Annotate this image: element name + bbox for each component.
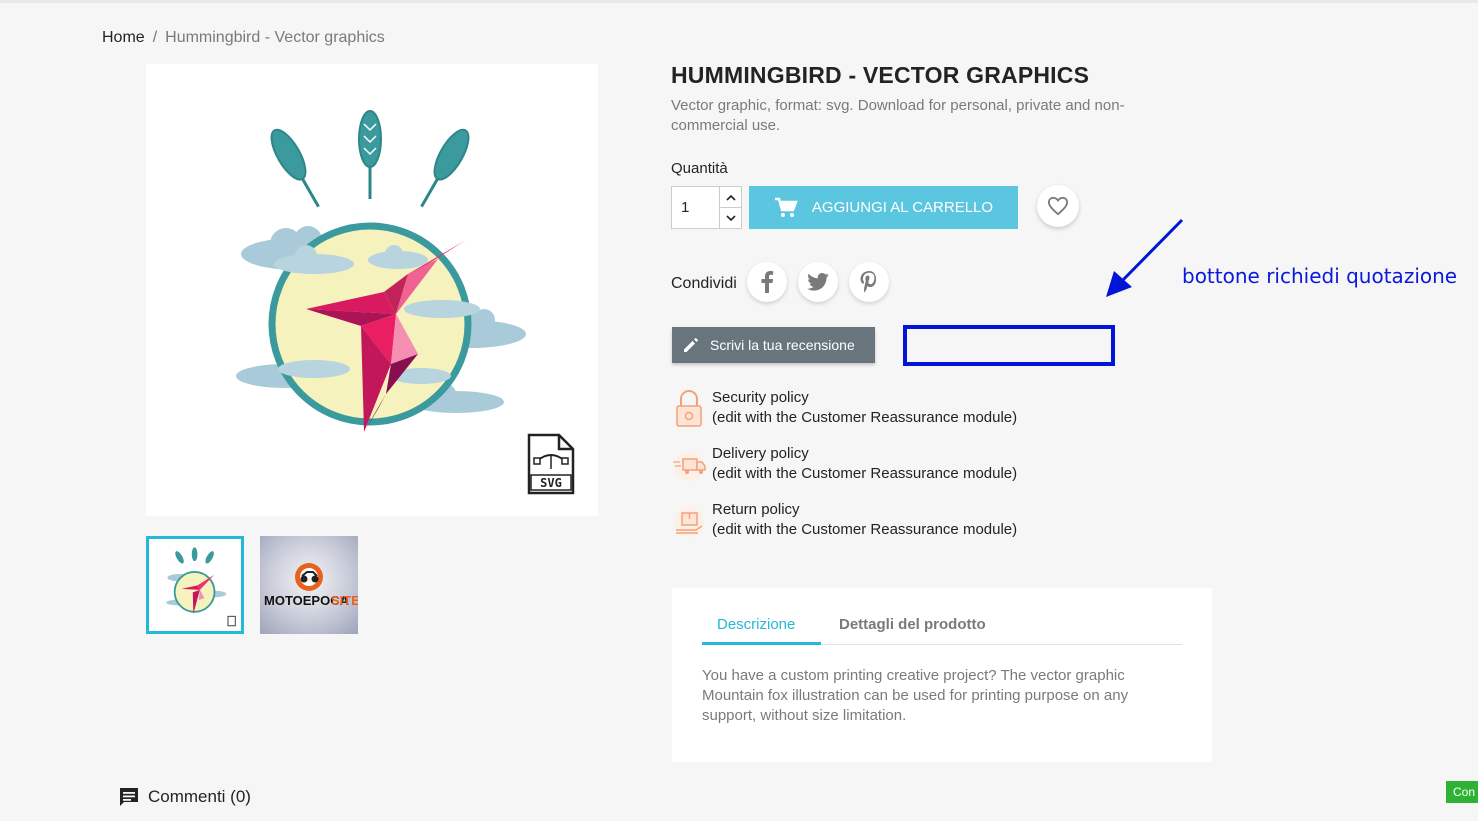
delivery-truck-icon [673,451,706,481]
add-to-cart-button[interactable]: Aggiungi al carrello [749,186,1018,229]
breadcrumb-current: Hummingbird - Vector graphics [165,29,385,46]
share-pinterest-button[interactable] [849,262,889,302]
add-to-cart-label: Aggiungi al carrello [811,199,994,216]
pinterest-icon [860,271,877,293]
tab-product-details[interactable]: Dettagli del prodotto [839,616,986,633]
reassurance-delivery-title: Delivery policy [712,445,809,462]
breadcrumb: Home / Hummingbird - Vector graphics [102,29,385,47]
product-short-description: Vector graphic, format: svg. Download fo… [671,97,1125,134]
reassurance-delivery: Delivery policy (edit with the Customer … [671,444,1091,484]
quantity-stepper [671,186,742,229]
quantity-label: Quantità [671,160,728,177]
active-tab-indicator [702,642,821,645]
return-box-icon [674,507,704,537]
reassurance-delivery-subtitle: (edit with the Customer Reassurance modu… [712,465,1018,482]
share-label: Condividi [671,275,737,292]
tab-description[interactable]: Descrizione [717,616,795,633]
share-twitter-button[interactable] [798,262,838,302]
chevron-down-icon [726,214,736,221]
tab-description-content: You have a custom printing creative proj… [702,667,1129,724]
quantity-decrease-button[interactable] [720,208,742,228]
thumbnail-hummingbird[interactable] [146,536,244,634]
hummingbird-illustration: SVG [236,110,575,495]
chevron-up-icon [726,194,736,201]
comments-label: Commenti (0) [148,787,251,806]
write-review-button[interactable]: Scrivi la tua recensione [672,327,875,363]
write-review-label: Scrivi la tua recensione [710,337,855,353]
breadcrumb-home-link[interactable]: Home [102,29,145,46]
share-facebook-button[interactable] [747,262,787,302]
hummingbird-thumbnail-image [166,547,236,627]
top-border [0,0,1478,3]
pencil-icon [684,338,698,352]
svg-text:SVG: SVG [540,476,562,490]
quantity-spin-buttons [719,187,742,228]
reassurance-return-subtitle: (edit with the Customer Reassurance modu… [712,521,1018,538]
wishlist-button[interactable] [1037,185,1079,227]
annotation-arrow-icon [1106,218,1184,297]
cookie-consent-button[interactable]: Con [1446,781,1478,803]
reassurance-security-subtitle: (edit with the Customer Reassurance modu… [712,409,1018,426]
product-tabs-panel: Descrizione Dettagli del prodotto You ha… [672,588,1212,762]
svg-file-icon: SVG [527,433,575,495]
shopping-cart-icon [774,197,798,217]
motoepoca-logo: MOTOEPOCA SITE [264,563,358,608]
comment-icon [120,788,138,806]
quantity-input[interactable] [672,187,719,228]
facebook-icon [761,271,774,293]
quantity-increase-button[interactable] [720,187,742,208]
breadcrumb-separator: / [152,29,158,46]
annotation-label: bottone richiedi quotazione [1182,264,1458,288]
reassurance-security: Security policy (edit with the Customer … [671,388,1091,428]
thumbnail-motoepoca[interactable]: MOTOEPOCA SITE [260,536,358,634]
reassurance-return-title: Return policy [712,501,800,518]
request-quote-placeholder-box [903,325,1115,366]
reassurance-return: Return policy (edit with the Customer Re… [671,500,1091,540]
product-cover-image[interactable]: SVG [146,64,598,516]
product-title: HUMMINGBIRD - VECTOR GRAPHICS [671,62,1090,88]
twitter-icon [807,273,829,291]
svg-text:SITE: SITE [331,593,358,608]
padlock-icon [676,390,702,427]
heart-icon [1047,196,1069,216]
reassurance-security-title: Security policy [712,389,809,406]
comments-toggle[interactable]: Commenti (0) [118,786,251,808]
